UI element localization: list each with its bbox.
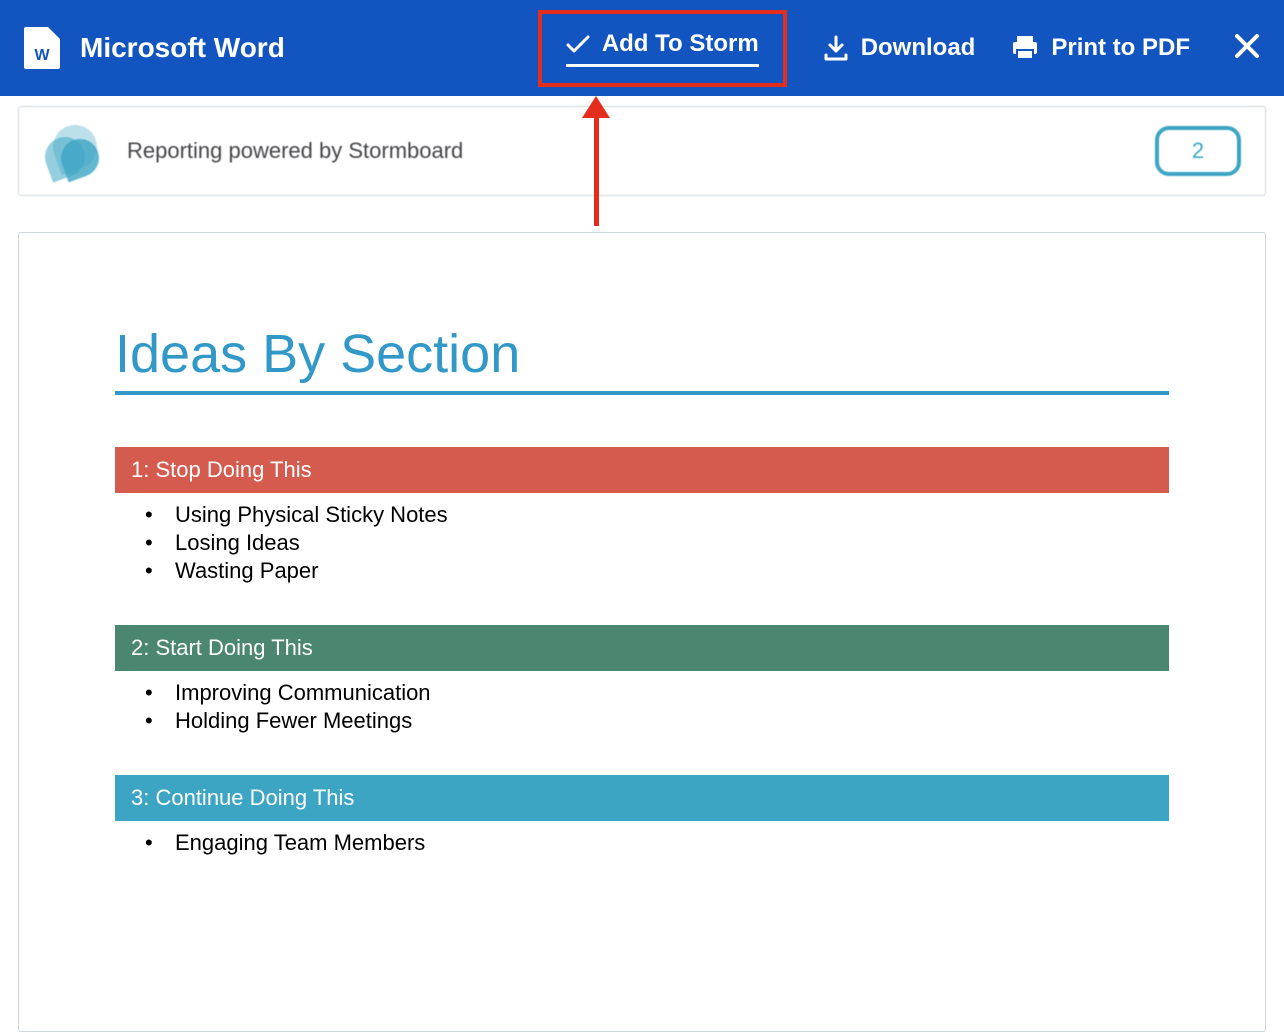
list-item: Losing Ideas xyxy=(175,529,1169,557)
section-header: 2: Start Doing This xyxy=(115,625,1169,671)
report-header-card: Reporting powered by Stormboard 2 xyxy=(18,106,1266,196)
download-label: Download xyxy=(861,34,976,62)
section-header: 1: Stop Doing This xyxy=(115,447,1169,493)
word-icon: W xyxy=(24,27,60,69)
download-button[interactable]: Download xyxy=(823,26,976,70)
content-area: Reporting powered by Stormboard 2 Ideas … xyxy=(0,96,1284,1032)
section-items: Improving CommunicationHolding Fewer Mee… xyxy=(115,671,1169,735)
check-icon xyxy=(566,34,590,54)
section: 3: Continue Doing This Engaging Team Memb… xyxy=(115,775,1169,857)
list-item: Engaging Team Members xyxy=(175,829,1169,857)
stormboard-logo-icon xyxy=(43,123,103,179)
list-item: Using Physical Sticky Notes xyxy=(175,501,1169,529)
toolbar: W Microsoft Word Add To Storm Download P… xyxy=(0,0,1284,96)
toolbar-actions: Add To Storm Download Print to PDF xyxy=(538,10,1260,87)
powered-by-text: Reporting powered by Stormboard xyxy=(127,138,463,164)
list-item: Improving Communication xyxy=(175,679,1169,707)
app-title: Microsoft Word xyxy=(80,32,285,64)
document-page: Ideas By Section 1: Stop Doing ThisUsing… xyxy=(18,232,1266,1032)
sections-container: 1: Stop Doing ThisUsing Physical Sticky … xyxy=(115,447,1169,857)
add-to-storm-label: Add To Storm xyxy=(602,30,759,58)
toolbar-left: W Microsoft Word xyxy=(24,27,285,69)
print-icon xyxy=(1011,35,1039,61)
print-label: Print to PDF xyxy=(1051,34,1190,62)
section-items: Using Physical Sticky NotesLosing IdeasW… xyxy=(115,493,1169,585)
download-icon xyxy=(823,35,849,61)
arrow-annotation xyxy=(582,96,610,226)
list-item: Wasting Paper xyxy=(175,557,1169,585)
section-items: Engaging Team Members xyxy=(115,821,1169,857)
page-number: 2 xyxy=(1192,138,1204,164)
section: 2: Start Doing ThisImproving Communicati… xyxy=(115,625,1169,735)
add-to-storm-button[interactable]: Add To Storm xyxy=(538,10,787,87)
arrow-head-icon xyxy=(582,96,610,118)
document-title: Ideas By Section xyxy=(115,323,1169,395)
word-icon-letter: W xyxy=(34,47,49,65)
page-number-badge: 2 xyxy=(1155,126,1241,176)
close-icon xyxy=(1234,33,1260,59)
section-header: 3: Continue Doing This xyxy=(115,775,1169,821)
section: 1: Stop Doing ThisUsing Physical Sticky … xyxy=(115,447,1169,585)
close-button[interactable] xyxy=(1234,30,1260,67)
list-item: Holding Fewer Meetings xyxy=(175,707,1169,735)
arrow-line xyxy=(594,118,599,226)
print-to-pdf-button[interactable]: Print to PDF xyxy=(1011,26,1190,70)
